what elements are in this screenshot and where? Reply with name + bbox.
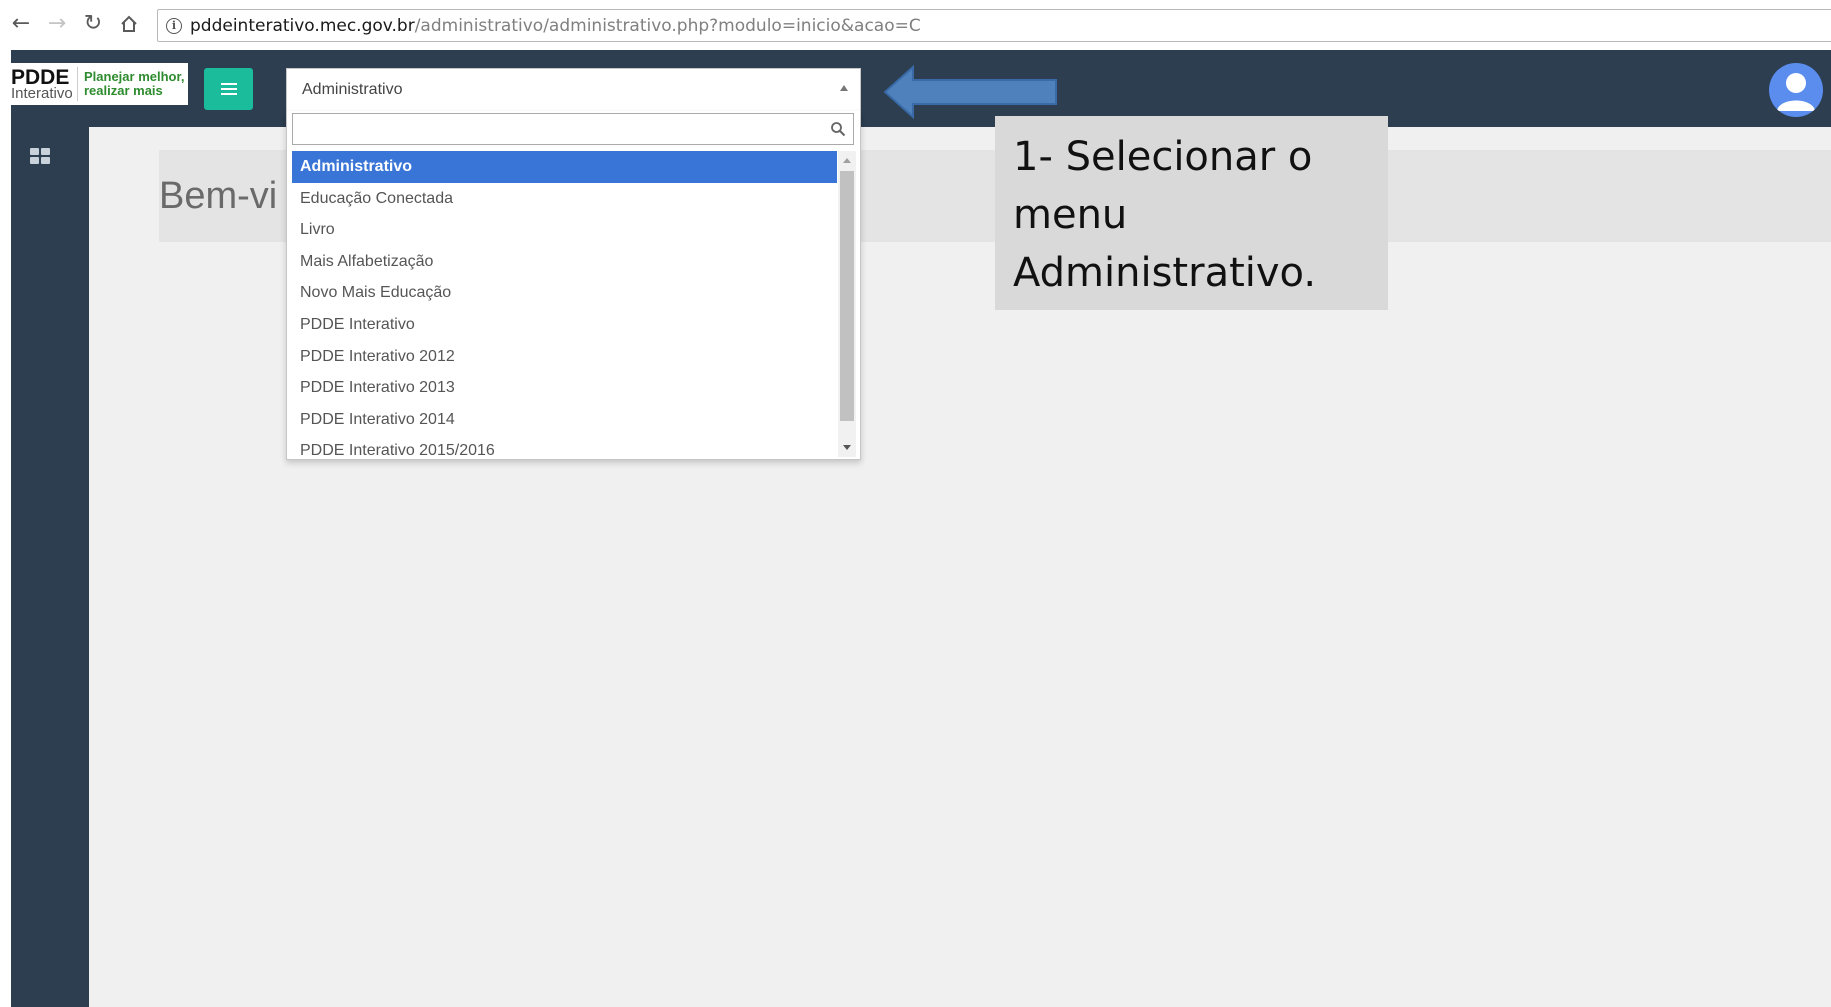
dropdown-search <box>292 113 854 145</box>
annotation-callout: 1- Selecionar o menu Administrativo. <box>995 116 1388 310</box>
slogan-line-1: Planejar melhor, <box>84 69 185 84</box>
option-mais-alfabetizacao[interactable]: Mais Alfabetização <box>292 246 837 278</box>
option-administrativo[interactable]: Administrativo <box>292 151 837 183</box>
option-pdde-interativo[interactable]: PDDE Interativo <box>292 309 837 341</box>
option-pdde-interativo-2014[interactable]: PDDE Interativo 2014 <box>292 404 837 436</box>
slogan-line-2: realizar mais <box>84 83 163 98</box>
logo-wordmark: PDDE Interativo <box>11 67 77 101</box>
url-host: pddeinterativo.mec.gov.br <box>190 15 415 36</box>
sidebar <box>11 127 89 1007</box>
module-select[interactable]: Administrativo <box>286 68 861 111</box>
option-educacao-conectada[interactable]: Educação Conectada <box>292 183 837 215</box>
browser-toolbar: ← → ↻ i pddeinterativo.mec.gov.br/admini… <box>0 0 1831 51</box>
url-path: /administrativo/administrativo.php?modul… <box>414 15 921 36</box>
search-icon <box>831 122 846 137</box>
scroll-down-arrow-icon[interactable] <box>843 445 851 450</box>
page-gutter <box>0 50 11 1007</box>
forward-arrow-icon[interactable]: → <box>44 11 70 37</box>
option-novo-mais-educacao[interactable]: Novo Mais Educação <box>292 277 837 309</box>
address-bar[interactable]: i pddeinterativo.mec.gov.br/administrati… <box>157 9 1831 42</box>
menu-toggle-button[interactable] <box>204 68 253 110</box>
dashboard-icon[interactable] <box>30 148 50 164</box>
info-icon[interactable]: i <box>166 17 182 34</box>
reload-icon[interactable]: ↻ <box>80 11 106 37</box>
module-select-value: Administrativo <box>302 81 403 98</box>
dropdown-scrollbar[interactable] <box>838 151 856 457</box>
option-pdde-interativo-2012[interactable]: PDDE Interativo 2012 <box>292 341 837 373</box>
logo-sub-text: Interativo <box>11 85 73 102</box>
logo-slogan: Planejar melhor, realizar mais <box>77 67 184 101</box>
chevron-up-icon <box>840 85 848 91</box>
module-dropdown: Administrativo Educação Conectada Livro … <box>286 111 861 460</box>
dropdown-search-input[interactable] <box>293 114 853 144</box>
hamburger-icon <box>220 83 237 95</box>
home-icon[interactable] <box>116 11 142 37</box>
pdde-logo[interactable]: PDDE Interativo Planejar melhor, realiza… <box>11 63 188 105</box>
option-pdde-interativo-2015-2016[interactable]: PDDE Interativo 2015/2016 <box>292 435 837 457</box>
scrollbar-thumb[interactable] <box>840 171 854 421</box>
user-avatar-icon[interactable] <box>1769 63 1823 117</box>
scroll-up-arrow-icon[interactable] <box>843 158 851 163</box>
annotation-arrow-icon <box>883 64 1057 120</box>
dropdown-options: Administrativo Educação Conectada Livro … <box>292 151 837 457</box>
option-livro[interactable]: Livro <box>292 214 837 246</box>
option-pdde-interativo-2013[interactable]: PDDE Interativo 2013 <box>292 372 837 404</box>
back-arrow-icon[interactable]: ← <box>8 11 34 37</box>
welcome-title: Bem-vi <box>159 174 278 217</box>
